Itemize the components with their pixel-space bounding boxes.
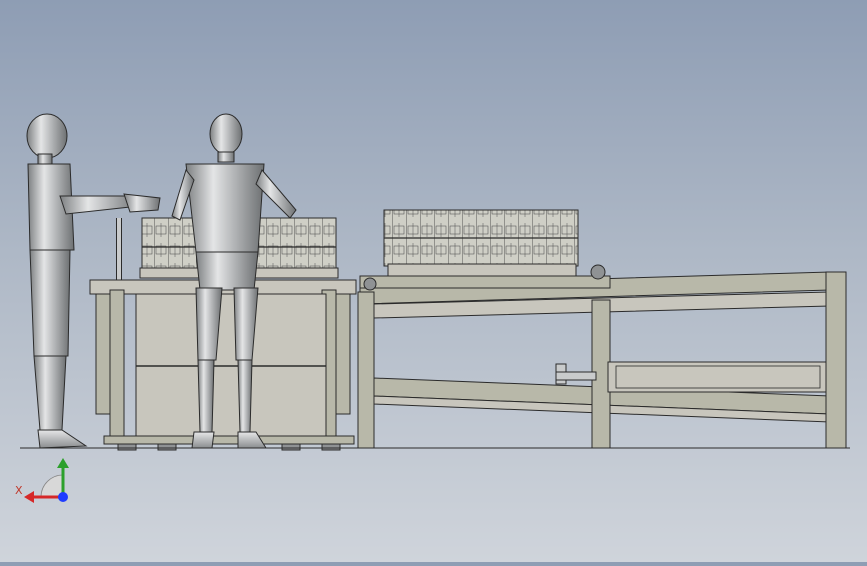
conveyor-frame bbox=[357, 271, 847, 449]
conveyor-battery-stack bbox=[359, 209, 611, 291]
lift-station-frame bbox=[89, 279, 357, 451]
cad-viewport[interactable]: X bbox=[0, 0, 867, 562]
assembly-drawing bbox=[20, 113, 850, 503]
x-axis-label: X bbox=[15, 484, 23, 497]
coordinate-triad bbox=[24, 458, 69, 503]
